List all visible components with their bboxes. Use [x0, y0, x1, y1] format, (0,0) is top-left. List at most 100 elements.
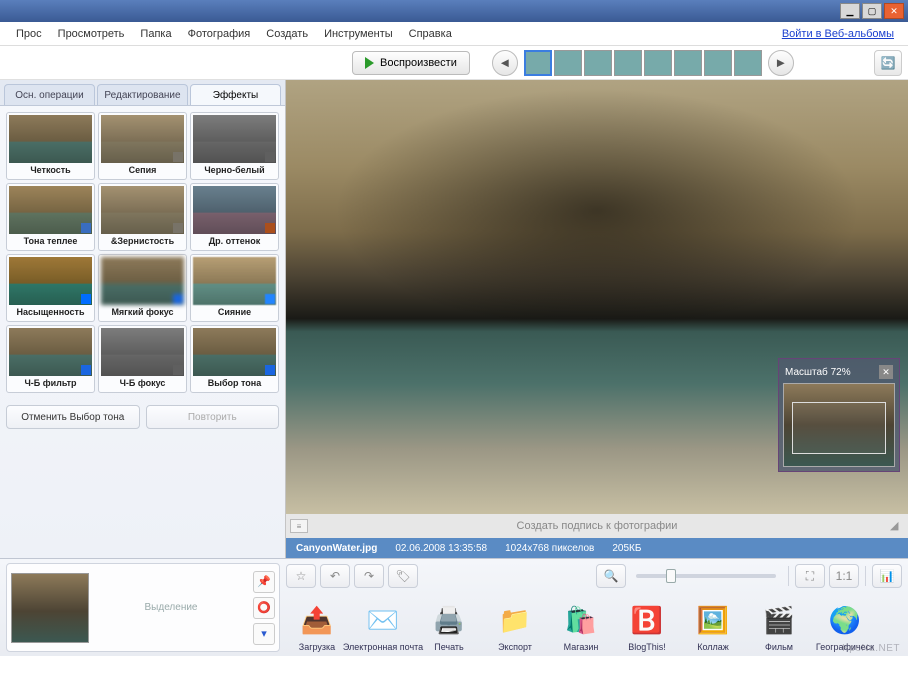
effect-Сепия[interactable]: Сепия [98, 112, 187, 180]
action-icon: 🅱️ [626, 600, 668, 640]
bottom-tray: Выделение 📌 ⭕ ▾ ☆ ↶ ↷ 🏷 🔍 ⛶ 1:1 📊 📤Загру… [0, 558, 908, 656]
effect-Др. оттенок[interactable]: Др. оттенок [190, 183, 279, 251]
tab-basic[interactable]: Осн. операции [4, 84, 95, 105]
menu-view[interactable]: Просмотреть [50, 25, 133, 43]
menu-tools[interactable]: Инструменты [316, 25, 401, 43]
undo-redo-row: Отменить Выбор тона Повторить [0, 399, 285, 435]
effect-&Зернистость[interactable]: &Зернистость [98, 183, 187, 251]
selection-thumb[interactable] [11, 573, 89, 643]
filmstrip-thumb[interactable] [674, 50, 702, 76]
action-Экспорт[interactable]: 📁 Экспорт [484, 600, 546, 652]
tab-tuning[interactable]: Редактирование [97, 84, 188, 105]
effect-Черно-белый[interactable]: Черно-белый [190, 112, 279, 180]
menu-photo[interactable]: Фотография [180, 25, 259, 43]
play-slideshow-button[interactable]: Воспроизвести [352, 51, 470, 75]
undo-button[interactable]: Отменить Выбор тона [6, 405, 140, 429]
zoom-navigator[interactable]: Масштаб 72% ✕ [778, 358, 900, 472]
minimize-button[interactable]: ▁ [840, 3, 860, 19]
filmstrip-thumb[interactable] [524, 50, 552, 76]
effect-Тона теплее[interactable]: Тона теплее [6, 183, 95, 251]
clear-button[interactable]: ⭕ [253, 597, 275, 619]
toolbar-row: Воспроизвести ◄ ► 🔄 [0, 46, 908, 80]
action-Фильм[interactable]: 🎬Фильм [748, 600, 810, 652]
panel-toggle-button[interactable]: ≡ [290, 519, 308, 533]
filmstrip-thumb[interactable] [734, 50, 762, 76]
effect-Четкость[interactable]: Четкость [6, 112, 95, 180]
action-BlogThis![interactable]: 🅱️ BlogThis! [616, 600, 678, 652]
add-to-button[interactable]: ▾ [253, 623, 275, 645]
watermark: KpoNa.NET [842, 643, 900, 654]
maximize-button[interactable]: ▢ [862, 3, 882, 19]
effect-label: Насыщенность [9, 305, 92, 319]
effect-Выбор тона[interactable]: Выбор тона [190, 325, 279, 393]
action-label: Фильм [765, 642, 793, 652]
close-button[interactable]: ✕ [884, 3, 904, 19]
filmstrip-thumb[interactable] [704, 50, 732, 76]
zoom-minimap[interactable] [783, 383, 895, 467]
info-dimensions: 1024x768 пикселов [505, 543, 594, 554]
play-label: Воспроизвести [380, 57, 457, 69]
effect-thumb [193, 186, 276, 234]
fit-screen-button[interactable]: ⛶ [795, 564, 825, 588]
action-Электронная почта[interactable]: ✉️Электронная почта [352, 600, 414, 652]
caption-input[interactable]: Создать подпись к фотографии [517, 520, 678, 532]
rotate-ccw-button[interactable]: ↶ [320, 564, 350, 588]
filmstrip-thumb[interactable] [644, 50, 672, 76]
menu-folder[interactable]: Папка [132, 25, 179, 43]
histogram-button[interactable]: 📊 [872, 564, 902, 588]
action-icon: 🖼️ [692, 600, 734, 640]
effect-thumb [101, 186, 184, 234]
zoom-close-button[interactable]: ✕ [879, 365, 893, 379]
effect-thumb [101, 257, 184, 305]
action-label: Магазин [564, 642, 599, 652]
photo-info-bar: CanyonWater.jpg 02.06.2008 13:35:58 1024… [286, 538, 908, 558]
effect-label: Выбор тона [193, 376, 276, 390]
zoom-viewport-rect[interactable] [792, 402, 886, 454]
action-icon: 📁 [494, 600, 536, 640]
tab-effects[interactable]: Эффекты [190, 84, 281, 105]
menubar: Прос Просмотреть Папка Фотография Создат… [0, 22, 908, 46]
effect-Мягкий фокус[interactable]: Мягкий фокус [98, 254, 187, 322]
effect-Насыщенность[interactable]: Насыщенность [6, 254, 95, 322]
prev-photo-button[interactable]: ◄ [492, 50, 518, 76]
play-icon [365, 57, 374, 69]
web-albums-link[interactable]: Войти в Веб-альбомы [782, 28, 900, 40]
effect-Сияние[interactable]: Сияние [190, 254, 279, 322]
image-viewport[interactable]: Масштаб 72% ✕ [286, 80, 908, 514]
star-button[interactable]: ☆ [286, 564, 316, 588]
effect-Ч-Б фильтр[interactable]: Ч-Б фильтр [6, 325, 95, 393]
rotate-cw-button[interactable]: ↷ [354, 564, 384, 588]
action-label: Экспорт [498, 642, 532, 652]
redo-button: Повторить [146, 405, 280, 429]
effect-thumb [101, 328, 184, 376]
filmstrip-thumb[interactable] [554, 50, 582, 76]
selection-label: Выделение [97, 602, 245, 613]
info-filesize: 205КБ [612, 543, 641, 554]
next-photo-button[interactable]: ► [768, 50, 794, 76]
actual-size-button[interactable]: 1:1 [829, 564, 859, 588]
effect-Ч-Б фокус[interactable]: Ч-Б фокус [98, 325, 187, 393]
menu-help[interactable]: Справка [401, 25, 460, 43]
effect-label: &Зернистость [101, 234, 184, 248]
zoom-out-icon[interactable]: 🔍 [596, 564, 626, 588]
filmstrip-thumb[interactable] [614, 50, 642, 76]
tag-button[interactable]: 🏷 [388, 564, 418, 588]
action-Коллаж[interactable]: 🖼️ Коллаж [682, 600, 744, 652]
menu-create[interactable]: Создать [258, 25, 316, 43]
action-Загрузка[interactable]: 📤Загрузка [286, 600, 348, 652]
effect-label: Четкость [9, 163, 92, 177]
image-panel: Масштаб 72% ✕ ≡ Создать подпись к фотогр… [286, 80, 908, 558]
action-Магазин[interactable]: 🛍️Магазин [550, 600, 612, 652]
action-label: Коллаж [697, 642, 729, 652]
hold-button[interactable]: 📌 [253, 571, 275, 593]
sync-button[interactable]: 🔄 [874, 50, 902, 76]
action-Печать[interactable]: 🖨️Печать [418, 600, 480, 652]
action-label: BlogThis! [628, 642, 666, 652]
resize-grip-icon: ◢ [890, 519, 904, 533]
effect-label: Сияние [193, 305, 276, 319]
effect-thumb [9, 328, 92, 376]
menu-item[interactable]: Прос [8, 25, 50, 43]
zoom-slider-knob[interactable] [666, 569, 676, 583]
filmstrip-thumb[interactable] [584, 50, 612, 76]
zoom-slider[interactable] [636, 574, 776, 578]
